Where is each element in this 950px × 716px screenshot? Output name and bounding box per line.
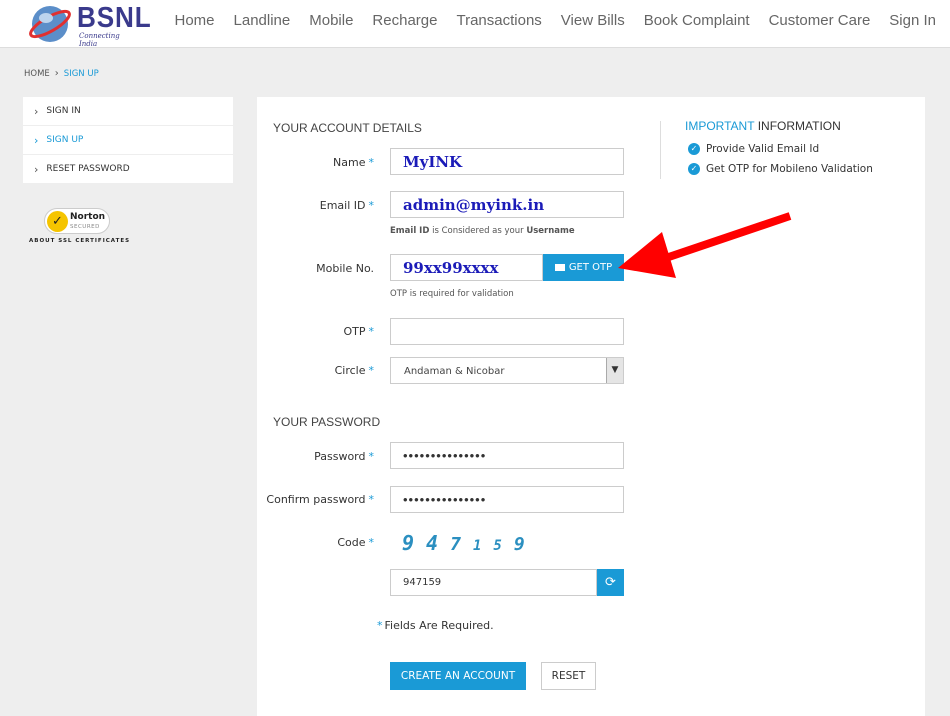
breadcrumb-current: SIGN UP — [63, 68, 99, 79]
refresh-icon[interactable]: ⟳ — [597, 569, 624, 596]
ssl-certificates-link[interactable]: ABOUT SSL CERTIFICATES — [29, 238, 130, 244]
nav-view-bills[interactable]: View Bills — [561, 11, 625, 31]
email-hint: Email ID is Considered as your Username — [390, 226, 575, 236]
get-otp-button[interactable]: GET OTP — [543, 254, 624, 281]
captcha-image: 947159 — [402, 531, 525, 555]
email-label: Email ID * — [319, 199, 374, 212]
bsnl-logo[interactable]: BSNL Connecting India — [26, 2, 151, 48]
code-field[interactable] — [390, 569, 597, 596]
sidebar: › SIGN IN › SIGN UP › RESET PASSWORD — [23, 97, 233, 184]
create-account-button[interactable]: CREATE AN ACCOUNT — [390, 662, 526, 690]
norton-title: Norton — [70, 212, 106, 222]
bsnl-globe-icon — [29, 6, 71, 42]
breadcrumb: HOME › SIGN UP — [24, 68, 99, 79]
norton-secured-badge[interactable]: ✓ Norton SECURED — [44, 208, 110, 234]
password-input[interactable] — [391, 443, 623, 468]
chevron-down-icon[interactable]: ▼ — [606, 358, 623, 383]
check-circle-icon: ✓ — [688, 143, 700, 155]
nav-sign-in[interactable]: Sign In — [889, 11, 936, 31]
checkmark-icon: ✓ — [47, 211, 68, 232]
confirm-password-field[interactable] — [390, 486, 624, 513]
main-nav: Home Landline Mobile Recharge Transactio… — [156, 11, 937, 31]
nav-landline[interactable]: Landline — [234, 11, 291, 31]
required-note: * Fields Are Required. — [377, 619, 494, 632]
nav-book-complaint[interactable]: Book Complaint — [644, 11, 750, 31]
sidebar-item-sign-up[interactable]: › SIGN UP — [23, 126, 233, 155]
sidebar-item-label: RESET PASSWORD — [46, 164, 130, 174]
chevron-right-icon: › — [34, 162, 39, 176]
check-circle-icon: ✓ — [688, 163, 700, 175]
nav-mobile[interactable]: Mobile — [309, 11, 353, 31]
sidebar-item-label: SIGN IN — [46, 106, 81, 116]
mobile-label: Mobile No. — [316, 262, 374, 275]
otp-field[interactable] — [390, 318, 624, 345]
name-input[interactable] — [391, 149, 623, 174]
red-arrow-annotation — [618, 212, 792, 278]
name-label: Name * — [333, 156, 374, 169]
password-field[interactable] — [390, 442, 624, 469]
email-input[interactable] — [391, 192, 623, 217]
brand-tagline: Connecting India — [79, 32, 120, 48]
circle-select[interactable]: Andaman & Nicobar ▼ — [390, 357, 624, 384]
password-label: Password * — [314, 450, 374, 463]
important-info-heading: IMPORTANT INFORMATION — [685, 119, 841, 133]
breadcrumb-home[interactable]: HOME — [24, 69, 50, 79]
mobile-input[interactable] — [391, 255, 542, 280]
confirm-password-label: Confirm password * — [266, 493, 374, 506]
info-item: ✓ Provide Valid Email Id — [688, 143, 819, 155]
sidebar-item-label: SIGN UP — [46, 135, 84, 145]
reset-button[interactable]: RESET — [541, 662, 596, 690]
divider — [660, 121, 661, 179]
otp-input[interactable] — [391, 319, 623, 344]
chevron-right-icon: › — [34, 104, 39, 118]
confirm-password-input[interactable] — [391, 487, 623, 512]
mobile-hint: OTP is required for validation — [390, 289, 514, 299]
mobile-field[interactable] — [390, 254, 543, 281]
norton-subtitle: SECURED — [70, 224, 100, 230]
account-details-heading: YOUR ACCOUNT DETAILS — [273, 121, 422, 135]
envelope-icon — [554, 264, 565, 271]
signup-panel: YOUR ACCOUNT DETAILS Name* Email ID* Ema… — [257, 97, 925, 716]
code-label: Code * — [337, 536, 374, 549]
sidebar-item-sign-in[interactable]: › SIGN IN — [23, 97, 233, 126]
nav-home[interactable]: Home — [175, 11, 215, 31]
nav-customer-care[interactable]: Customer Care — [769, 11, 871, 31]
password-heading: YOUR PASSWORD — [273, 415, 381, 429]
email-field[interactable] — [390, 191, 624, 218]
name-field[interactable] — [390, 148, 624, 175]
brand-name: BSNL — [77, 2, 152, 34]
chevron-right-icon: › — [34, 133, 39, 147]
code-input[interactable] — [391, 570, 596, 595]
site-header: BSNL Connecting India Home Landline Mobi… — [0, 0, 950, 48]
nav-recharge[interactable]: Recharge — [372, 11, 437, 31]
nav-transactions[interactable]: Transactions — [456, 11, 541, 31]
circle-label: Circle * — [334, 364, 374, 377]
sidebar-item-reset-password[interactable]: › RESET PASSWORD — [23, 155, 233, 184]
chevron-right-icon: › — [54, 68, 59, 79]
info-item: ✓ Get OTP for Mobileno Validation — [688, 163, 873, 175]
otp-label: OTP * — [343, 325, 374, 338]
